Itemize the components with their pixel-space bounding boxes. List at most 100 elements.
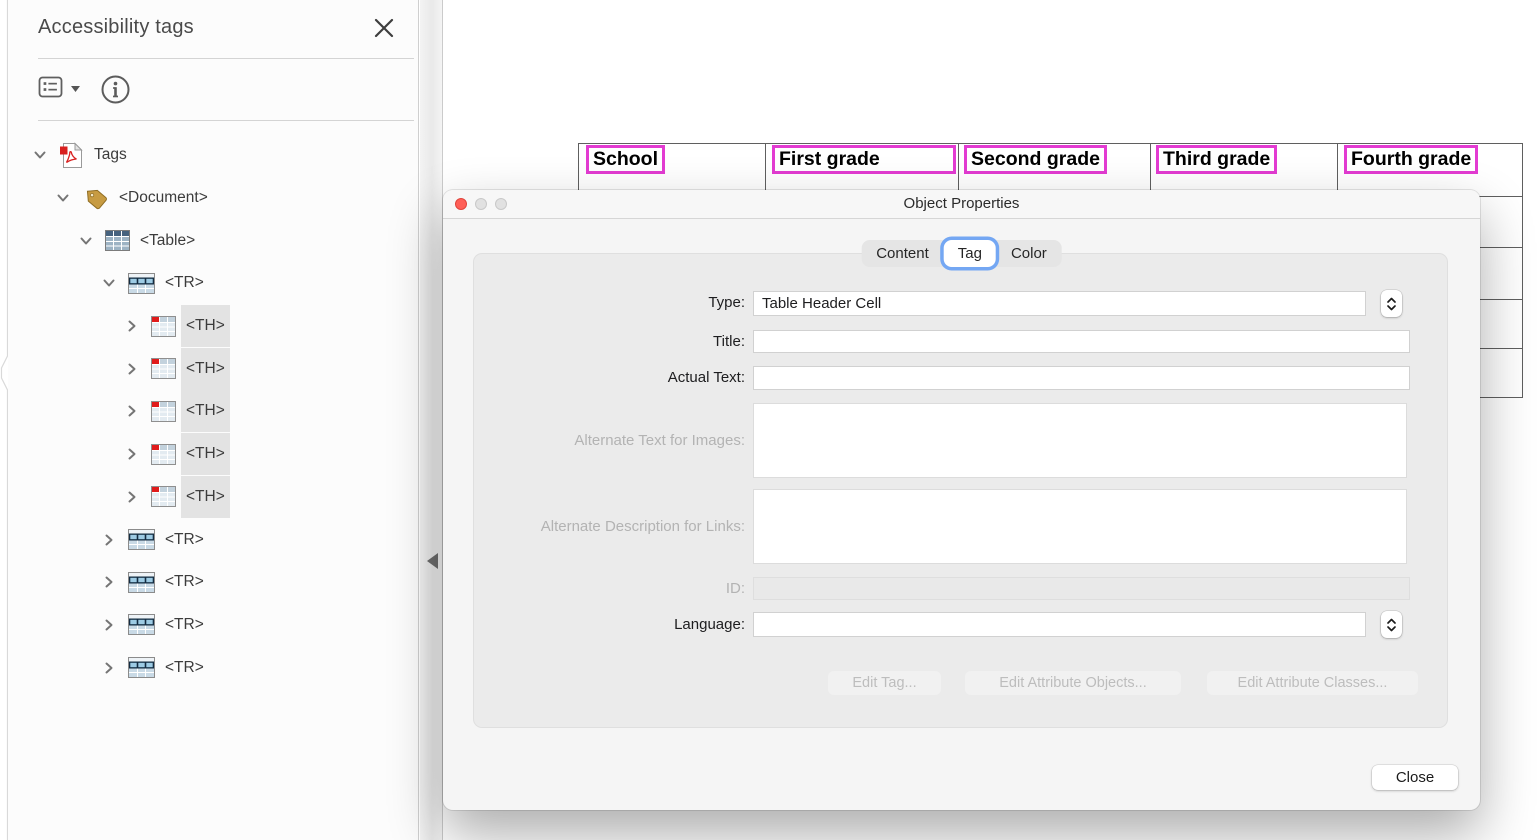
tree-item-label: <Document> (119, 189, 208, 207)
chevron-right-icon[interactable] (124, 446, 140, 462)
edit-tag-button: Edit Tag... (828, 671, 941, 695)
header-text: Second grade (964, 145, 1107, 174)
table-row-icon (128, 529, 155, 550)
table-icon (105, 230, 130, 251)
tree-item-tags[interactable]: Tags (8, 134, 418, 177)
tree-item-label: <TH> (181, 433, 230, 475)
chevron-right-icon[interactable] (124, 489, 140, 505)
tab-content[interactable]: Content (861, 240, 944, 267)
table-header-highlight[interactable]: Second grade (964, 145, 1107, 174)
up-down-arrows-icon (1386, 618, 1397, 632)
table-header-highlight[interactable]: First grade (772, 145, 956, 174)
edit-attribute-objects-button: Edit Attribute Objects... (965, 671, 1181, 695)
info-button[interactable] (100, 74, 132, 106)
tree-item-document[interactable]: <Document> (8, 177, 418, 220)
alt-text-images-textarea (753, 403, 1407, 478)
header-text: First grade (772, 145, 956, 174)
type-stepper[interactable] (1381, 290, 1402, 317)
tree-item-tr[interactable]: <TR> (8, 561, 418, 604)
language-label: Language: (503, 615, 745, 635)
dialog-tab-bar: ContentTagColor (861, 240, 1062, 267)
dialog-title: Object Properties (443, 190, 1480, 218)
tags-tree: Tags <Document> <Table> <TR> <TH> (8, 134, 418, 689)
type-label: Type: (503, 293, 745, 313)
tree-item-tr[interactable]: <TR> (8, 262, 418, 305)
table-header-highlight[interactable]: Fourth grade (1344, 145, 1478, 174)
tree-item-th[interactable]: <TH> (8, 305, 418, 348)
header-text: Third grade (1156, 145, 1277, 174)
table-row-icon (128, 273, 155, 294)
tree-item-label: <TH> (181, 390, 230, 432)
tree-item-label: <TH> (181, 348, 230, 390)
type-select[interactable]: Table Header Cell (753, 291, 1366, 316)
table-header-icon (151, 316, 176, 337)
chevron-right-icon[interactable] (101, 574, 117, 590)
tag-options-button[interactable] (38, 75, 81, 99)
title-input[interactable] (753, 330, 1410, 353)
tab-color[interactable]: Color (996, 240, 1062, 267)
tree-item-label: <TR> (165, 573, 204, 591)
table-header-highlight[interactable]: Third grade (1156, 145, 1277, 174)
actual-text-label: Actual Text: (503, 368, 745, 388)
chevron-right-icon[interactable] (101, 660, 117, 676)
alt-desc-links-textarea (753, 489, 1407, 564)
tree-item-tr[interactable]: <TR> (8, 604, 418, 647)
pdf-icon (59, 142, 84, 169)
chevron-right-icon[interactable] (124, 361, 140, 377)
tree-item-table[interactable]: <Table> (8, 219, 418, 262)
tree-item-th[interactable]: <TH> (8, 476, 418, 519)
tag-icon (82, 185, 109, 211)
tree-item-th[interactable]: <TH> (8, 433, 418, 476)
panel-resize-gutter[interactable] (420, 0, 443, 840)
close-window-button[interactable] (455, 198, 467, 210)
panel-title: Accessibility tags (38, 16, 194, 39)
table-header-highlight[interactable]: School (586, 145, 665, 174)
minimize-window-button[interactable] (475, 198, 487, 210)
zoom-window-button[interactable] (495, 198, 507, 210)
title-label: Title: (503, 332, 745, 352)
chevron-right-icon[interactable] (124, 318, 140, 334)
tree-item-th[interactable]: <TH> (8, 390, 418, 433)
close-button[interactable]: Close (1372, 765, 1458, 790)
chevron-right-icon[interactable] (101, 532, 117, 548)
tree-item-label: <TH> (181, 305, 230, 347)
up-down-arrows-icon (1386, 297, 1397, 311)
table-row-icon (128, 572, 155, 593)
header-text: School (586, 145, 665, 174)
table-header-icon (151, 401, 176, 422)
header-text: Fourth grade (1344, 145, 1478, 174)
collapse-panel-button[interactable] (427, 553, 438, 569)
tree-item-th[interactable]: <TH> (8, 347, 418, 390)
language-stepper[interactable] (1381, 611, 1402, 638)
chevron-down-icon[interactable] (101, 275, 117, 291)
tree-item-label: <Table> (140, 232, 195, 250)
chevron-down-icon[interactable] (78, 233, 94, 249)
app-screen: Accessibility tags (0, 0, 1540, 840)
chevron-right-icon[interactable] (101, 617, 117, 633)
chevron-down-icon[interactable] (55, 190, 71, 206)
panel-close-button[interactable] (373, 17, 397, 41)
list-view-icon (38, 75, 65, 99)
tree-item-tr[interactable]: <TR> (8, 646, 418, 689)
tab-tag[interactable]: Tag (944, 240, 996, 267)
dialog-titlebar[interactable]: Object Properties (443, 190, 1480, 219)
alt-desc-links-label: Alternate Description for Links: (503, 517, 745, 537)
edit-attribute-classes-button: Edit Attribute Classes... (1207, 671, 1418, 695)
dropdown-caret-icon (71, 86, 81, 93)
table-row-icon (128, 657, 155, 678)
tree-item-tr[interactable]: <TR> (8, 518, 418, 561)
table-header-icon (151, 358, 176, 379)
divider (38, 120, 414, 121)
chevron-down-icon[interactable] (32, 147, 48, 163)
accessibility-tags-panel: Accessibility tags (8, 0, 419, 840)
table-header-icon (151, 486, 176, 507)
actual-text-input[interactable] (753, 366, 1410, 390)
info-icon (100, 74, 132, 106)
divider (38, 58, 414, 59)
language-select[interactable] (753, 612, 1366, 637)
table-row-icon (128, 614, 155, 635)
id-label: ID: (503, 579, 745, 599)
tree-item-label: Tags (94, 146, 127, 164)
chevron-right-icon[interactable] (124, 403, 140, 419)
tree-item-label: <TR> (165, 659, 204, 677)
